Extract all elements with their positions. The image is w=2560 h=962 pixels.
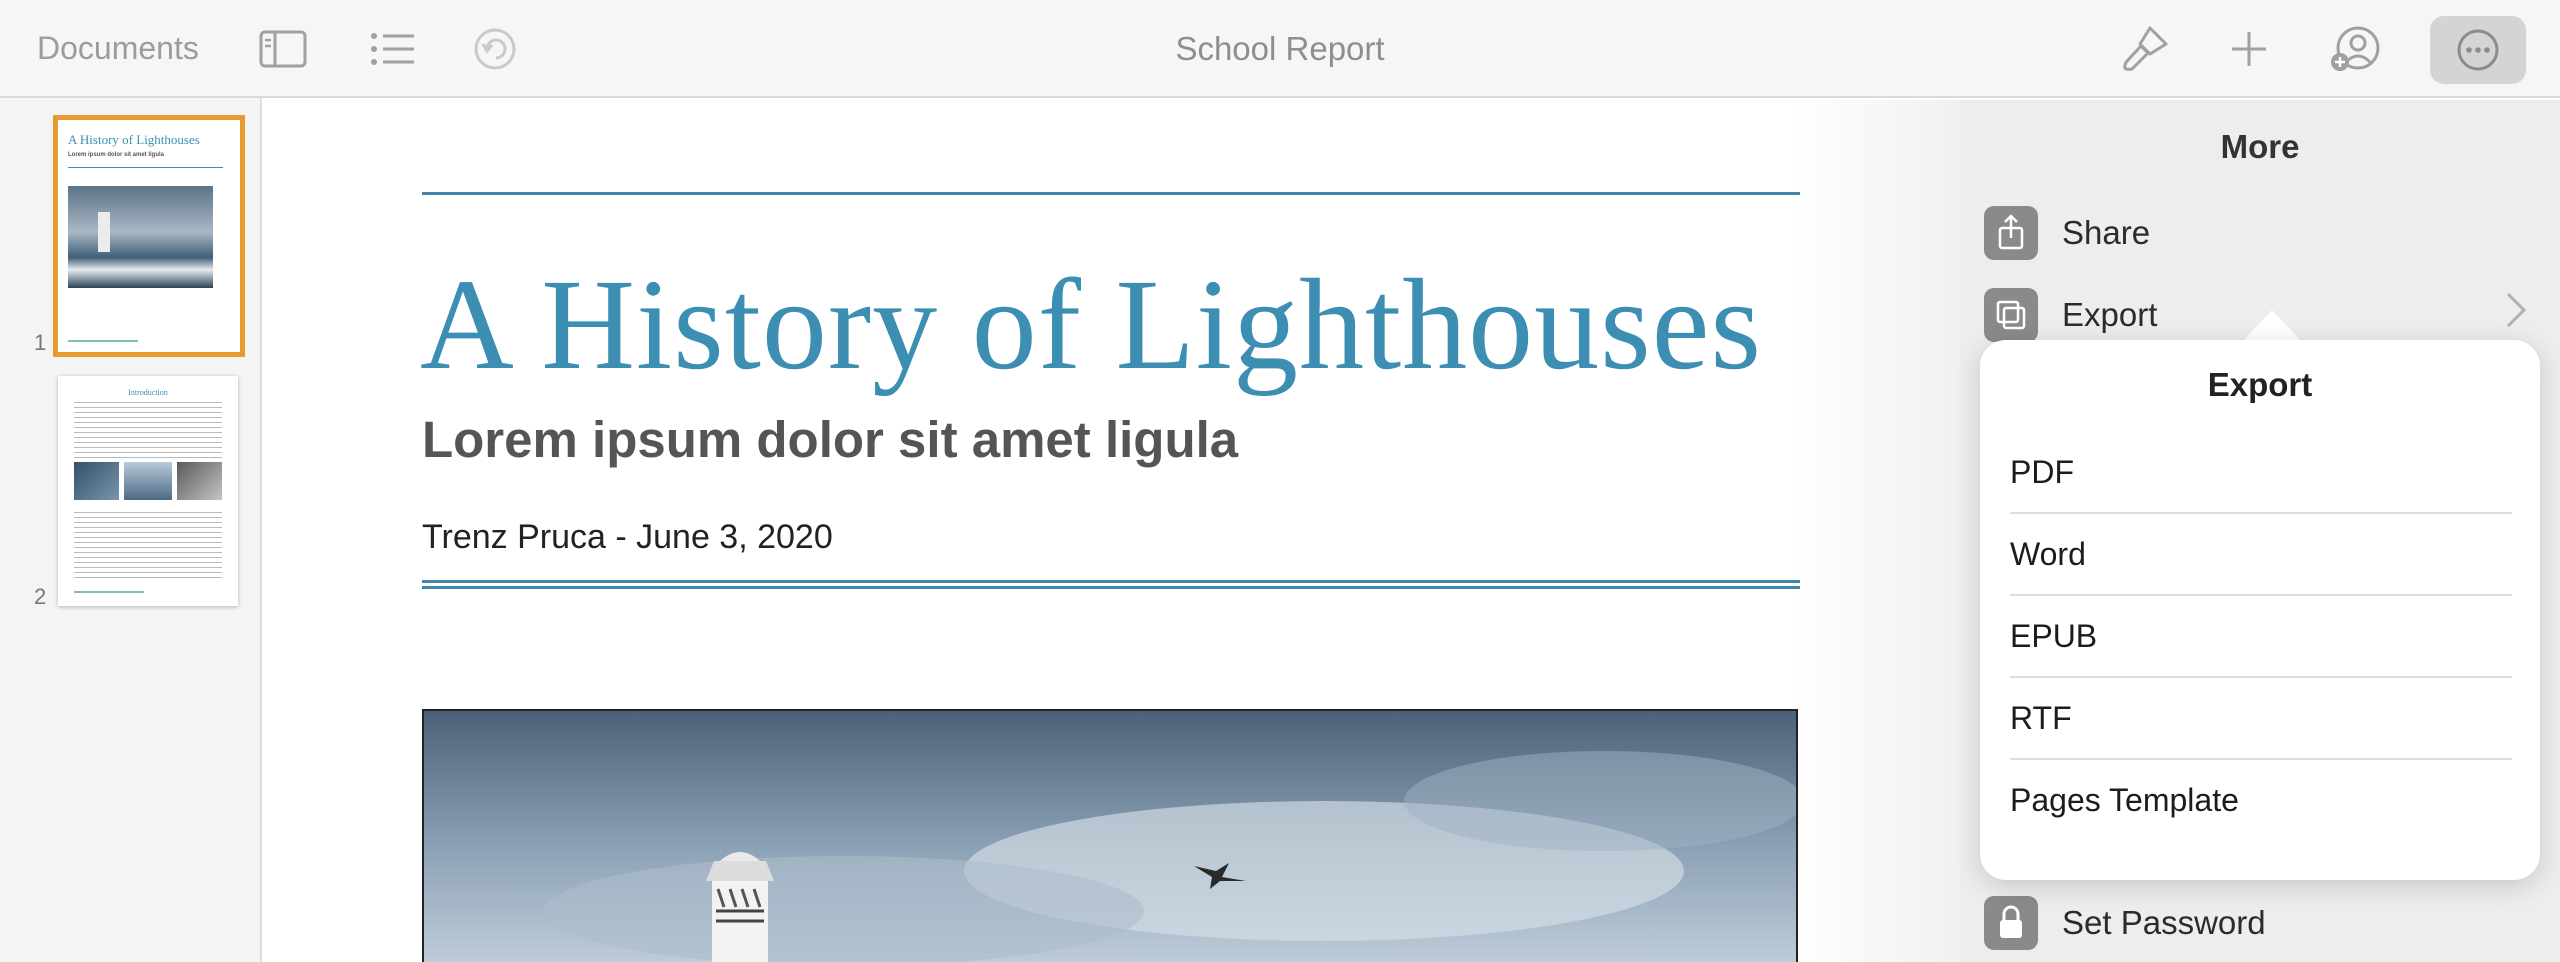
export-option-pdf[interactable]: PDF xyxy=(2010,432,2512,514)
more-icon xyxy=(2453,25,2503,80)
documents-button[interactable]: Documents xyxy=(37,30,199,67)
double-rule xyxy=(422,580,1800,589)
lock-icon xyxy=(1984,896,2038,950)
export-label: Export xyxy=(2062,296,2158,333)
page-thumbnail-1[interactable]: A History of Lighthouses Lorem ipsum dol… xyxy=(53,115,245,357)
toolbar: Documents School Report xyxy=(0,0,2560,98)
undo-icon[interactable] xyxy=(470,24,520,74)
paintbrush-icon[interactable] xyxy=(2120,24,2170,74)
share-label: Share xyxy=(2062,214,2151,251)
thumb-subtitle: Lorem ipsum dolor sit amet ligula xyxy=(68,152,165,158)
export-option-rtf[interactable]: RTF xyxy=(2010,678,2512,760)
sidebar-icon[interactable] xyxy=(258,24,308,74)
panel-shadow xyxy=(1790,100,1960,962)
thumb-image xyxy=(68,186,213,288)
page-thumbnails-sidebar: 1 A History of Lighthouses Lorem ipsum d… xyxy=(0,98,262,962)
plus-icon[interactable] xyxy=(2224,24,2274,74)
thumb-heading: Introduction xyxy=(128,388,168,397)
lighthouse-photo[interactable] xyxy=(422,709,1798,962)
doc-author-line[interactable]: Trenz Pruca - June 3, 2020 xyxy=(422,518,833,557)
export-popover: Export PDF Word EPUB RTF Pages Template xyxy=(1980,340,2540,880)
thumb-title: A History of Lighthouses xyxy=(68,132,200,147)
export-option-epub[interactable]: EPUB xyxy=(2010,596,2512,678)
more-button[interactable] xyxy=(2430,16,2526,84)
set-password-label: Set Password xyxy=(2062,904,2266,941)
page-number: 1 xyxy=(34,330,47,355)
share-icon xyxy=(1984,206,2038,260)
document-canvas[interactable]: A History of Lighthouses Lorem ipsum dol… xyxy=(264,100,1958,962)
top-rule xyxy=(422,192,1800,195)
popover-arrow xyxy=(2242,310,2302,342)
doc-title[interactable]: A History of Lighthouses xyxy=(420,250,1762,400)
more-panel-title: More xyxy=(2220,128,2300,165)
export-popover-title: Export xyxy=(2207,366,2313,403)
doc-subtitle[interactable]: Lorem ipsum dolor sit amet ligula xyxy=(422,410,1238,469)
chevron-right-icon xyxy=(2504,290,2528,340)
export-icon xyxy=(1984,288,2038,342)
outline-list-icon[interactable] xyxy=(368,24,418,74)
page-number: 2 xyxy=(34,584,47,609)
export-option-pages-template[interactable]: Pages Template xyxy=(2010,760,2512,842)
page-thumbnail-2[interactable]: Introduction xyxy=(58,376,238,606)
collaborate-icon[interactable] xyxy=(2330,24,2380,74)
export-option-word[interactable]: Word xyxy=(2010,514,2512,596)
